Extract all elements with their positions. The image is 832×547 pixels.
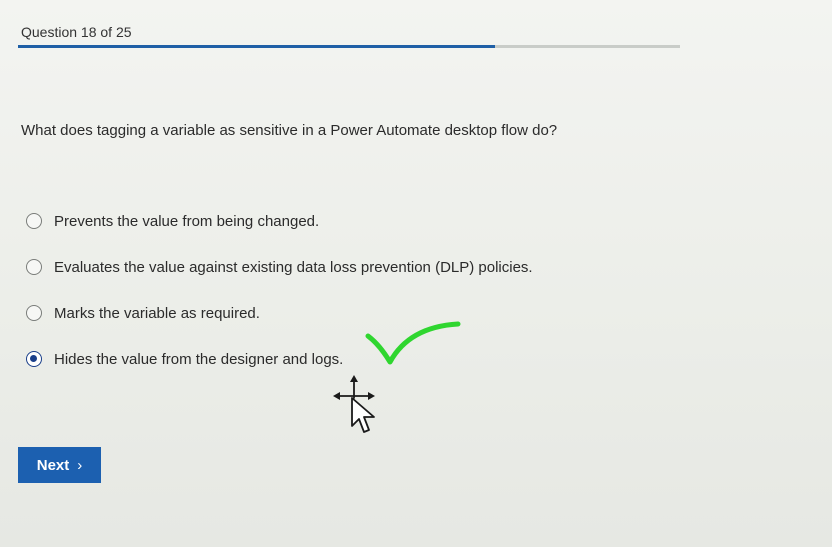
quiz-screen: Question 18 of 25 What does tagging a va… (0, 0, 832, 547)
answer-option-label: Marks the variable as required. (54, 304, 260, 322)
radio-button[interactable] (26, 213, 42, 229)
answer-option-1[interactable]: Prevents the value from being changed. (26, 198, 726, 244)
progress-bar (18, 45, 680, 48)
question-text: What does tagging a variable as sensitiv… (21, 122, 558, 139)
radio-button[interactable] (26, 305, 42, 321)
next-button-label: Next (36, 456, 70, 474)
answer-option-label: Evaluates the value against existing dat… (54, 258, 533, 276)
progress-label: Question 18 of 25 (21, 24, 132, 40)
checkmark-icon (365, 321, 461, 365)
next-button[interactable]: Next › (18, 447, 101, 483)
chevron-right-icon: › (77, 456, 83, 474)
answer-option-2[interactable]: Evaluates the value against existing dat… (26, 244, 726, 290)
move-cursor-icon (333, 375, 375, 433)
answer-option-label: Hides the value from the designer and lo… (54, 350, 344, 368)
answer-option-label: Prevents the value from being changed. (54, 212, 320, 230)
radio-button[interactable] (26, 259, 42, 275)
radio-button[interactable] (26, 351, 42, 367)
progress-bar-fill (18, 45, 495, 48)
